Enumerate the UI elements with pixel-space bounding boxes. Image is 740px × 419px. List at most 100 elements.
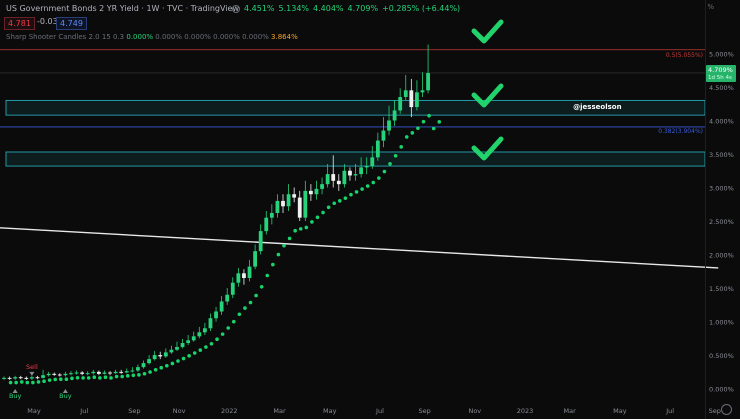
stop-dot: [226, 326, 230, 330]
sell-price-button[interactable]: 4.781: [4, 17, 35, 30]
stop-dot: [42, 379, 46, 384]
y-tick-label: 0.500%: [709, 352, 734, 360]
y-tick-label: 3.500%: [709, 151, 734, 159]
stop-dot: [131, 373, 136, 378]
stop-dot: [410, 131, 415, 135]
stop-dot: [53, 377, 58, 382]
fib-label: 0.5(5.055%): [666, 52, 703, 59]
stop-dot: [360, 187, 364, 191]
y-tick-label: 4.000%: [709, 117, 734, 125]
candle-body: [286, 194, 291, 207]
candle-body: [364, 166, 369, 168]
candle-body: [191, 336, 196, 341]
stop-dot: [59, 377, 63, 382]
y-tick-label: 0.000%: [709, 386, 734, 394]
candle-body: [180, 343, 185, 348]
x-tick-label: Jul: [665, 407, 674, 415]
stop-dot: [114, 374, 119, 379]
stop-dot: [64, 377, 69, 382]
candle-body: [152, 355, 157, 360]
stop-dot: [153, 367, 158, 372]
stop-dot: [393, 153, 398, 158]
stop-dot: [176, 359, 180, 363]
candle-body: [359, 167, 364, 175]
candle-body: [342, 170, 347, 185]
candle-body: [297, 197, 302, 218]
x-tick-label: 2022: [221, 407, 238, 415]
stop-dot: [431, 126, 436, 131]
x-tick-label: Mar: [564, 407, 577, 415]
candle-body: [147, 359, 151, 364]
candle-body: [69, 373, 73, 375]
x-tick-label: Jul: [79, 407, 88, 415]
stop-dot: [321, 210, 325, 215]
buy-price-button[interactable]: 4.749: [56, 17, 87, 30]
candle-body: [141, 363, 146, 368]
check-mark-icon: [471, 19, 504, 44]
stop-dot: [142, 371, 147, 376]
candle-body: [348, 170, 352, 176]
candle-body: [225, 294, 230, 302]
candle-body: [275, 200, 280, 213]
candle-body: [30, 377, 34, 379]
stop-dot: [86, 376, 91, 380]
settings-gear-icon[interactable]: [721, 404, 732, 415]
stop-dot: [298, 227, 303, 231]
trendline: [0, 227, 719, 269]
stop-dot: [109, 376, 113, 380]
stop-dot: [181, 356, 186, 361]
stop-dot: [315, 215, 320, 220]
indicator-last-value: 3.864%: [271, 33, 298, 41]
candle-body: [353, 174, 358, 176]
y-tick-label: 1.500%: [709, 285, 734, 293]
candle-body: [96, 371, 101, 374]
stop-dot: [365, 184, 370, 188]
ohlc-high: 5.134%: [278, 4, 310, 13]
stop-dot: [209, 342, 214, 346]
candle-body: [175, 347, 179, 350]
x-tick-label: 2023: [517, 407, 534, 415]
candle-body: [57, 374, 62, 376]
stop-dot: [14, 380, 18, 385]
candle-body: [325, 174, 330, 185]
candle-body: [13, 377, 18, 379]
last-price-countdown: 1d 5h 4s: [708, 75, 732, 81]
candle-body: [52, 373, 57, 375]
stop-dot: [159, 365, 164, 370]
stop-dot: [265, 273, 270, 278]
candle-body: [253, 251, 257, 267]
stop-dot: [326, 205, 331, 210]
candle-body: [113, 371, 118, 374]
ohlc-close: 4.709%: [347, 4, 379, 13]
stop-dot: [349, 192, 353, 197]
candle-body: [403, 90, 408, 98]
buy-signal-label: Buy: [9, 392, 22, 400]
candle-body: [136, 367, 140, 371]
stop-dot: [254, 293, 258, 298]
x-tick-label: Sep: [418, 407, 430, 415]
stop-dot: [354, 190, 359, 194]
y-axis[interactable]: 0.000% 0.500% 1.000% 1.500% 2.000% 2.500% 3.00…: [705, 0, 737, 419]
stop-dot: [237, 312, 242, 317]
indicator-legend[interactable]: Sharp Shooter Candles 2.0 15 0.3 0.000% …: [6, 33, 298, 41]
stop-dot: [125, 374, 130, 378]
candle-body: [186, 340, 191, 344]
candle-body: [420, 90, 425, 93]
chart-canvas[interactable]: 0.5(5.055%) 0.382(3.904%) 0.000% 0.500% 1.0…: [0, 0, 740, 419]
candle-body: [158, 355, 163, 357]
candle-body: [247, 266, 252, 278]
candle-body: [398, 97, 403, 111]
x-tick-label: Nov: [468, 407, 481, 415]
stop-dot: [416, 126, 420, 131]
x-axis[interactable]: May Jul Sep Nov 2022 Mar May Jul Sep Nov 2023 Mar Ma…: [27, 407, 721, 415]
stop-dot: [75, 375, 80, 380]
candle-body: [281, 200, 285, 207]
y-tick-label: 4.500%: [709, 84, 734, 92]
candle-body: [63, 373, 68, 376]
stop-dot: [382, 169, 387, 174]
candle-body: [309, 190, 313, 195]
candle-body: [208, 318, 213, 329]
candle-body: [219, 301, 224, 312]
candle-body: [214, 311, 218, 319]
candle-body: [264, 217, 269, 232]
